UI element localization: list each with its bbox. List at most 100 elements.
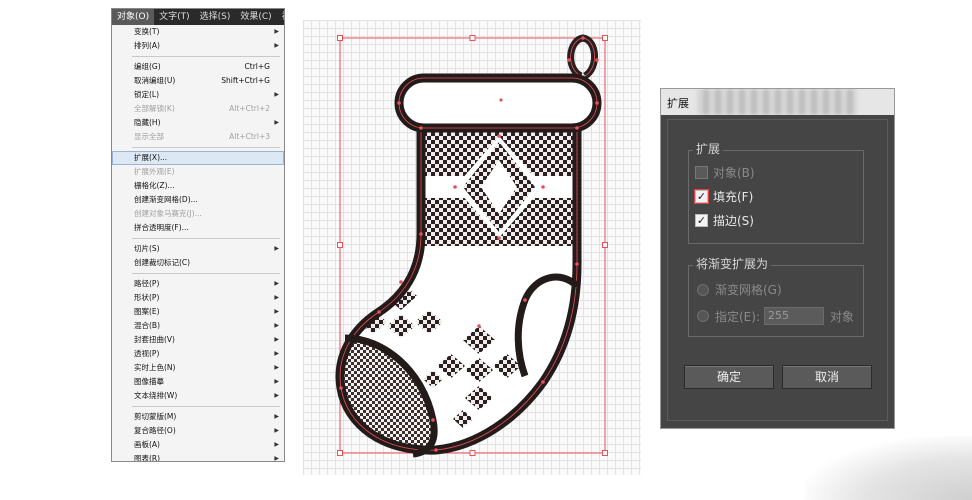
menu-item-label: 全部解锁(K) [134,104,175,113]
menu-item-label: 透视(P) [134,349,160,358]
menu-item[interactable]: 隐藏(H) ▶ [112,116,284,130]
menu-item[interactable]: 剪切蒙版(M) ▶ [112,410,284,424]
specify-objects-input[interactable]: 255 [764,307,824,325]
object-menu: 对象(O)文字(T)选择(S)效果(C)视图( 变换(T) ▶ 排列(A) ▶ 编组(G… [111,8,285,462]
menu-item[interactable]: 实时上色(N) ▶ [112,361,284,375]
object-option[interactable]: 对象(B) [695,164,755,181]
stroke-option[interactable]: ✓ 描边(S) [695,212,754,229]
menubar-item[interactable]: 视图( [277,9,284,25]
stocking-cuff [394,73,602,133]
menu-item[interactable]: 排列(A) ▶ [112,39,284,53]
ok-button[interactable]: 确定 [684,365,774,389]
menu-separator [132,238,280,239]
menubar-item[interactable]: 选择(S) [195,9,236,25]
specify-option[interactable]: 指定(E): 255 对象 [697,307,854,325]
menu-item[interactable]: 切片(S) ▶ [112,242,284,256]
menu-item: 创建对象马赛克(J)... [112,207,284,221]
menu-item[interactable]: 路径(P) ▶ [112,277,284,291]
menu-item-label: 文本绕排(W) [134,391,178,400]
fill-option[interactable]: ✓ 填充(F) [694,188,753,205]
gradient-group-label: 将渐变扩展为 [693,255,772,272]
menu-item-label: 剪切蒙版(M) [134,412,177,421]
menu-item[interactable]: 图表(R) ▶ [112,452,284,462]
menu-item-label: 图案(E) [134,307,160,316]
stocking-illustration [335,34,608,458]
menu-item[interactable]: 混合(B) ▶ [112,319,284,333]
menu-item[interactable]: 取消编组(U) Shift+Ctrl+G [112,74,284,88]
menu-item[interactable]: 画板(A) ▶ [112,438,284,452]
menu-item-label: 图像描摹 [134,377,164,386]
gradient-mesh-option[interactable]: 渐变网格(G) [697,281,782,298]
menubar-item[interactable]: 对象(O) [112,9,155,25]
submenu-arrow-icon: ▶ [274,91,279,98]
stroke-option-label: 描边(S) [713,214,754,228]
object-menu-list: 变换(T) ▶ 排列(A) ▶ 编组(G) Ctrl+G 取消编组(U) Shift+Ctrl… [112,25,284,462]
menu-item-label: 画板(A) [134,440,160,449]
submenu-arrow-icon: ▶ [274,350,279,357]
menu-item: 全部解锁(K) Alt+Ctrl+2 [112,102,284,116]
corner-decoration [805,436,972,500]
menu-item-label: 实时上色(N) [134,363,176,372]
submenu-arrow-icon: ▶ [274,322,279,329]
submenu-arrow-icon: ▶ [274,413,279,420]
object-option-label: 对象(B) [713,166,755,180]
menu-item: 扩展外观(E) [112,165,284,179]
menu-item-label: 栅格化(Z)... [134,181,175,190]
menu-item[interactable]: 图案(E) ▶ [112,305,284,319]
menu-item-shortcut: Alt+Ctrl+3 [229,132,270,141]
menu-item[interactable]: 透视(P) ▶ [112,347,284,361]
menu-item[interactable]: 拼合透明度(F)... [112,221,284,235]
menu-item[interactable]: 编组(G) Ctrl+G [112,60,284,74]
fill-checkbox[interactable]: ✓ [694,189,709,204]
menu-item-label: 创建裁切标记(C) [134,258,191,267]
menu-item: 显示全部 Alt+Ctrl+3 [112,130,284,144]
menu-item[interactable]: 栅格化(Z)... [112,179,284,193]
menu-item-shortcut: Shift+Ctrl+G [221,76,270,85]
menu-item-shortcut: Ctrl+G [244,62,270,71]
gradient-mesh-radio[interactable] [697,283,709,296]
objects-unit-label: 对象 [830,309,855,324]
menu-item[interactable]: 扩展(X)... [112,151,284,165]
submenu-arrow-icon: ▶ [274,427,279,434]
menu-item-label: 排列(A) [134,41,160,50]
menu-item-label: 拼合透明度(F)... [134,223,189,232]
menu-item[interactable]: 创建裁切标记(C) [112,256,284,270]
menu-item[interactable]: 封套扭曲(V) ▶ [112,333,284,347]
menu-item-label: 显示全部 [134,132,164,141]
menu-item[interactable]: 变换(T) ▶ [112,25,284,39]
dialog-titlebar[interactable]: 扩展 [661,89,894,115]
menubar-item[interactable]: 效果(C) [235,9,276,25]
menu-item-label: 混合(B) [134,321,160,330]
artboard-canvas[interactable] [303,20,641,475]
menu-item[interactable]: 图像描摹 ▶ [112,375,284,389]
menu-separator [132,147,280,148]
stroke-checkbox[interactable]: ✓ [695,214,708,227]
submenu-arrow-icon: ▶ [274,336,279,343]
menubar-item[interactable]: 文字(T) [154,9,195,25]
submenu-arrow-icon: ▶ [274,392,279,399]
menu-separator [132,56,280,57]
menu-item[interactable]: 形状(P) ▶ [112,291,284,305]
specify-radio[interactable] [697,310,709,322]
expand-dialog: 扩展 扩展 对象(B) ✓ 填充(F) ✓ 描边(S) 将渐变扩展为 渐变网格(… [660,88,895,429]
menu-item[interactable]: 创建渐变网格(D)... [112,193,284,207]
dialog-title: 扩展 [667,97,689,110]
cancel-button[interactable]: 取消 [782,365,872,389]
menu-item-label: 扩展(X)... [134,153,168,162]
menu-item[interactable]: 文本绕排(W) ▶ [112,389,284,403]
submenu-arrow-icon: ▶ [274,245,279,252]
submenu-arrow-icon: ▶ [274,280,279,287]
gradient-mesh-label: 渐变网格(G) [715,283,782,297]
submenu-arrow-icon: ▶ [274,455,279,462]
object-checkbox[interactable] [695,166,708,179]
menu-item[interactable]: 锁定(L) ▶ [112,88,284,102]
menu-item[interactable]: 复合路径(O) ▶ [112,424,284,438]
menu-item-label: 切片(S) [134,244,160,253]
submenu-arrow-icon: ▶ [274,119,279,126]
menu-item-label: 扩展外观(E) [134,167,175,176]
menu-item-label: 取消编组(U) [134,76,176,85]
specify-label: 指定(E): [715,309,760,324]
menu-separator [132,273,280,274]
menu-item-label: 创建渐变网格(D)... [134,195,198,204]
gradient-group [688,265,864,337]
